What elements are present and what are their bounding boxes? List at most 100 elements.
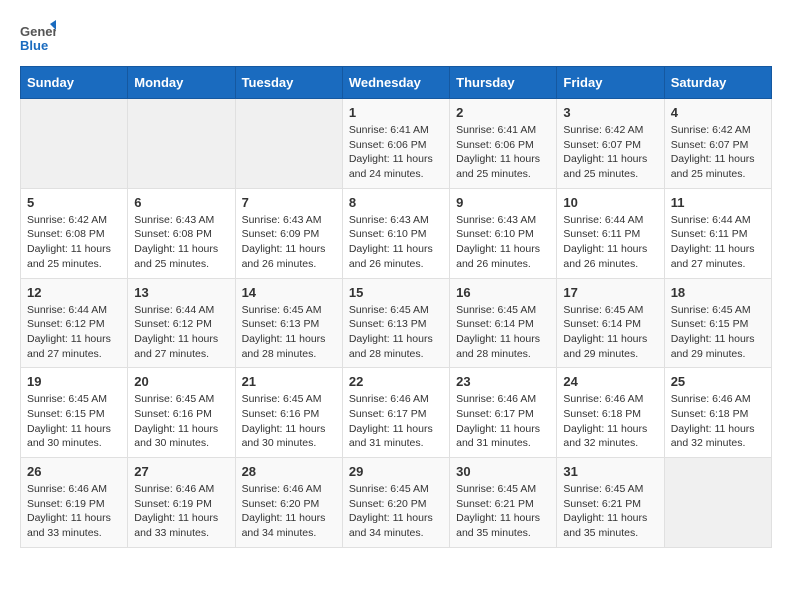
calendar-cell: 2 Sunrise: 6:41 AMSunset: 6:06 PMDayligh… <box>450 99 557 189</box>
calendar-cell: 12 Sunrise: 6:44 AMSunset: 6:12 PMDaylig… <box>21 278 128 368</box>
day-info: Sunrise: 6:45 AMSunset: 6:15 PMDaylight:… <box>671 304 755 360</box>
calendar-cell: 30 Sunrise: 6:45 AMSunset: 6:21 PMDaylig… <box>450 458 557 548</box>
day-number: 3 <box>563 105 657 120</box>
day-number: 20 <box>134 374 228 389</box>
day-number: 13 <box>134 285 228 300</box>
calendar-cell: 13 Sunrise: 6:44 AMSunset: 6:12 PMDaylig… <box>128 278 235 368</box>
day-info: Sunrise: 6:44 AMSunset: 6:11 PMDaylight:… <box>563 214 647 270</box>
calendar-cell: 14 Sunrise: 6:45 AMSunset: 6:13 PMDaylig… <box>235 278 342 368</box>
day-number: 18 <box>671 285 765 300</box>
day-info: Sunrise: 6:41 AMSunset: 6:06 PMDaylight:… <box>456 124 540 180</box>
day-info: Sunrise: 6:45 AMSunset: 6:20 PMDaylight:… <box>349 483 433 539</box>
day-number: 11 <box>671 195 765 210</box>
day-info: Sunrise: 6:45 AMSunset: 6:15 PMDaylight:… <box>27 393 111 449</box>
calendar-cell: 8 Sunrise: 6:43 AMSunset: 6:10 PMDayligh… <box>342 188 449 278</box>
calendar-cell: 16 Sunrise: 6:45 AMSunset: 6:14 PMDaylig… <box>450 278 557 368</box>
logo-container: General Blue <box>20 20 56 56</box>
day-info: Sunrise: 6:43 AMSunset: 6:10 PMDaylight:… <box>456 214 540 270</box>
day-info: Sunrise: 6:46 AMSunset: 6:17 PMDaylight:… <box>349 393 433 449</box>
calendar-cell: 11 Sunrise: 6:44 AMSunset: 6:11 PMDaylig… <box>664 188 771 278</box>
day-number: 23 <box>456 374 550 389</box>
calendar-cell: 28 Sunrise: 6:46 AMSunset: 6:20 PMDaylig… <box>235 458 342 548</box>
day-info: Sunrise: 6:45 AMSunset: 6:16 PMDaylight:… <box>242 393 326 449</box>
day-number: 10 <box>563 195 657 210</box>
day-number: 6 <box>134 195 228 210</box>
calendar-cell: 18 Sunrise: 6:45 AMSunset: 6:15 PMDaylig… <box>664 278 771 368</box>
calendar-cell: 3 Sunrise: 6:42 AMSunset: 6:07 PMDayligh… <box>557 99 664 189</box>
day-number: 24 <box>563 374 657 389</box>
calendar-cell: 24 Sunrise: 6:46 AMSunset: 6:18 PMDaylig… <box>557 368 664 458</box>
day-number: 22 <box>349 374 443 389</box>
day-info: Sunrise: 6:46 AMSunset: 6:19 PMDaylight:… <box>27 483 111 539</box>
calendar-cell: 15 Sunrise: 6:45 AMSunset: 6:13 PMDaylig… <box>342 278 449 368</box>
calendar-cell: 29 Sunrise: 6:45 AMSunset: 6:20 PMDaylig… <box>342 458 449 548</box>
weekday-header-monday: Monday <box>128 67 235 99</box>
calendar-cell <box>664 458 771 548</box>
day-number: 28 <box>242 464 336 479</box>
day-number: 29 <box>349 464 443 479</box>
day-info: Sunrise: 6:46 AMSunset: 6:18 PMDaylight:… <box>671 393 755 449</box>
day-number: 19 <box>27 374 121 389</box>
day-info: Sunrise: 6:46 AMSunset: 6:18 PMDaylight:… <box>563 393 647 449</box>
day-info: Sunrise: 6:43 AMSunset: 6:09 PMDaylight:… <box>242 214 326 270</box>
day-info: Sunrise: 6:43 AMSunset: 6:08 PMDaylight:… <box>134 214 218 270</box>
day-info: Sunrise: 6:45 AMSunset: 6:13 PMDaylight:… <box>349 304 433 360</box>
day-info: Sunrise: 6:42 AMSunset: 6:07 PMDaylight:… <box>563 124 647 180</box>
day-number: 4 <box>671 105 765 120</box>
svg-text:Blue: Blue <box>20 38 48 53</box>
day-info: Sunrise: 6:46 AMSunset: 6:19 PMDaylight:… <box>134 483 218 539</box>
day-info: Sunrise: 6:44 AMSunset: 6:12 PMDaylight:… <box>134 304 218 360</box>
day-number: 17 <box>563 285 657 300</box>
day-info: Sunrise: 6:45 AMSunset: 6:13 PMDaylight:… <box>242 304 326 360</box>
weekday-header-sunday: Sunday <box>21 67 128 99</box>
day-number: 14 <box>242 285 336 300</box>
calendar-cell <box>21 99 128 189</box>
day-number: 5 <box>27 195 121 210</box>
calendar-cell: 7 Sunrise: 6:43 AMSunset: 6:09 PMDayligh… <box>235 188 342 278</box>
day-number: 12 <box>27 285 121 300</box>
calendar-cell: 23 Sunrise: 6:46 AMSunset: 6:17 PMDaylig… <box>450 368 557 458</box>
calendar-cell: 21 Sunrise: 6:45 AMSunset: 6:16 PMDaylig… <box>235 368 342 458</box>
day-number: 9 <box>456 195 550 210</box>
day-number: 31 <box>563 464 657 479</box>
weekday-header-tuesday: Tuesday <box>235 67 342 99</box>
day-number: 8 <box>349 195 443 210</box>
day-info: Sunrise: 6:46 AMSunset: 6:20 PMDaylight:… <box>242 483 326 539</box>
calendar-cell: 5 Sunrise: 6:42 AMSunset: 6:08 PMDayligh… <box>21 188 128 278</box>
day-info: Sunrise: 6:45 AMSunset: 6:14 PMDaylight:… <box>563 304 647 360</box>
calendar-cell: 1 Sunrise: 6:41 AMSunset: 6:06 PMDayligh… <box>342 99 449 189</box>
calendar-header-row: SundayMondayTuesdayWednesdayThursdayFrid… <box>21 67 772 99</box>
calendar-cell <box>235 99 342 189</box>
day-number: 15 <box>349 285 443 300</box>
calendar-week-row: 1 Sunrise: 6:41 AMSunset: 6:06 PMDayligh… <box>21 99 772 189</box>
day-info: Sunrise: 6:42 AMSunset: 6:07 PMDaylight:… <box>671 124 755 180</box>
calendar-cell: 9 Sunrise: 6:43 AMSunset: 6:10 PMDayligh… <box>450 188 557 278</box>
day-number: 30 <box>456 464 550 479</box>
logo-icon: General Blue <box>20 20 56 56</box>
calendar-cell: 10 Sunrise: 6:44 AMSunset: 6:11 PMDaylig… <box>557 188 664 278</box>
day-number: 26 <box>27 464 121 479</box>
day-number: 2 <box>456 105 550 120</box>
calendar-table: SundayMondayTuesdayWednesdayThursdayFrid… <box>20 66 772 548</box>
day-info: Sunrise: 6:42 AMSunset: 6:08 PMDaylight:… <box>27 214 111 270</box>
svg-text:General: General <box>20 24 56 39</box>
day-number: 27 <box>134 464 228 479</box>
day-info: Sunrise: 6:46 AMSunset: 6:17 PMDaylight:… <box>456 393 540 449</box>
weekday-header-friday: Friday <box>557 67 664 99</box>
calendar-cell <box>128 99 235 189</box>
calendar-cell: 19 Sunrise: 6:45 AMSunset: 6:15 PMDaylig… <box>21 368 128 458</box>
calendar-cell: 26 Sunrise: 6:46 AMSunset: 6:19 PMDaylig… <box>21 458 128 548</box>
calendar-cell: 27 Sunrise: 6:46 AMSunset: 6:19 PMDaylig… <box>128 458 235 548</box>
weekday-header-wednesday: Wednesday <box>342 67 449 99</box>
calendar-cell: 6 Sunrise: 6:43 AMSunset: 6:08 PMDayligh… <box>128 188 235 278</box>
day-info: Sunrise: 6:45 AMSunset: 6:14 PMDaylight:… <box>456 304 540 360</box>
day-info: Sunrise: 6:41 AMSunset: 6:06 PMDaylight:… <box>349 124 433 180</box>
calendar-week-row: 19 Sunrise: 6:45 AMSunset: 6:15 PMDaylig… <box>21 368 772 458</box>
day-number: 7 <box>242 195 336 210</box>
day-info: Sunrise: 6:43 AMSunset: 6:10 PMDaylight:… <box>349 214 433 270</box>
calendar-week-row: 12 Sunrise: 6:44 AMSunset: 6:12 PMDaylig… <box>21 278 772 368</box>
day-number: 1 <box>349 105 443 120</box>
day-info: Sunrise: 6:45 AMSunset: 6:16 PMDaylight:… <box>134 393 218 449</box>
page-header: General Blue <box>20 20 772 56</box>
logo: General Blue <box>20 20 56 56</box>
